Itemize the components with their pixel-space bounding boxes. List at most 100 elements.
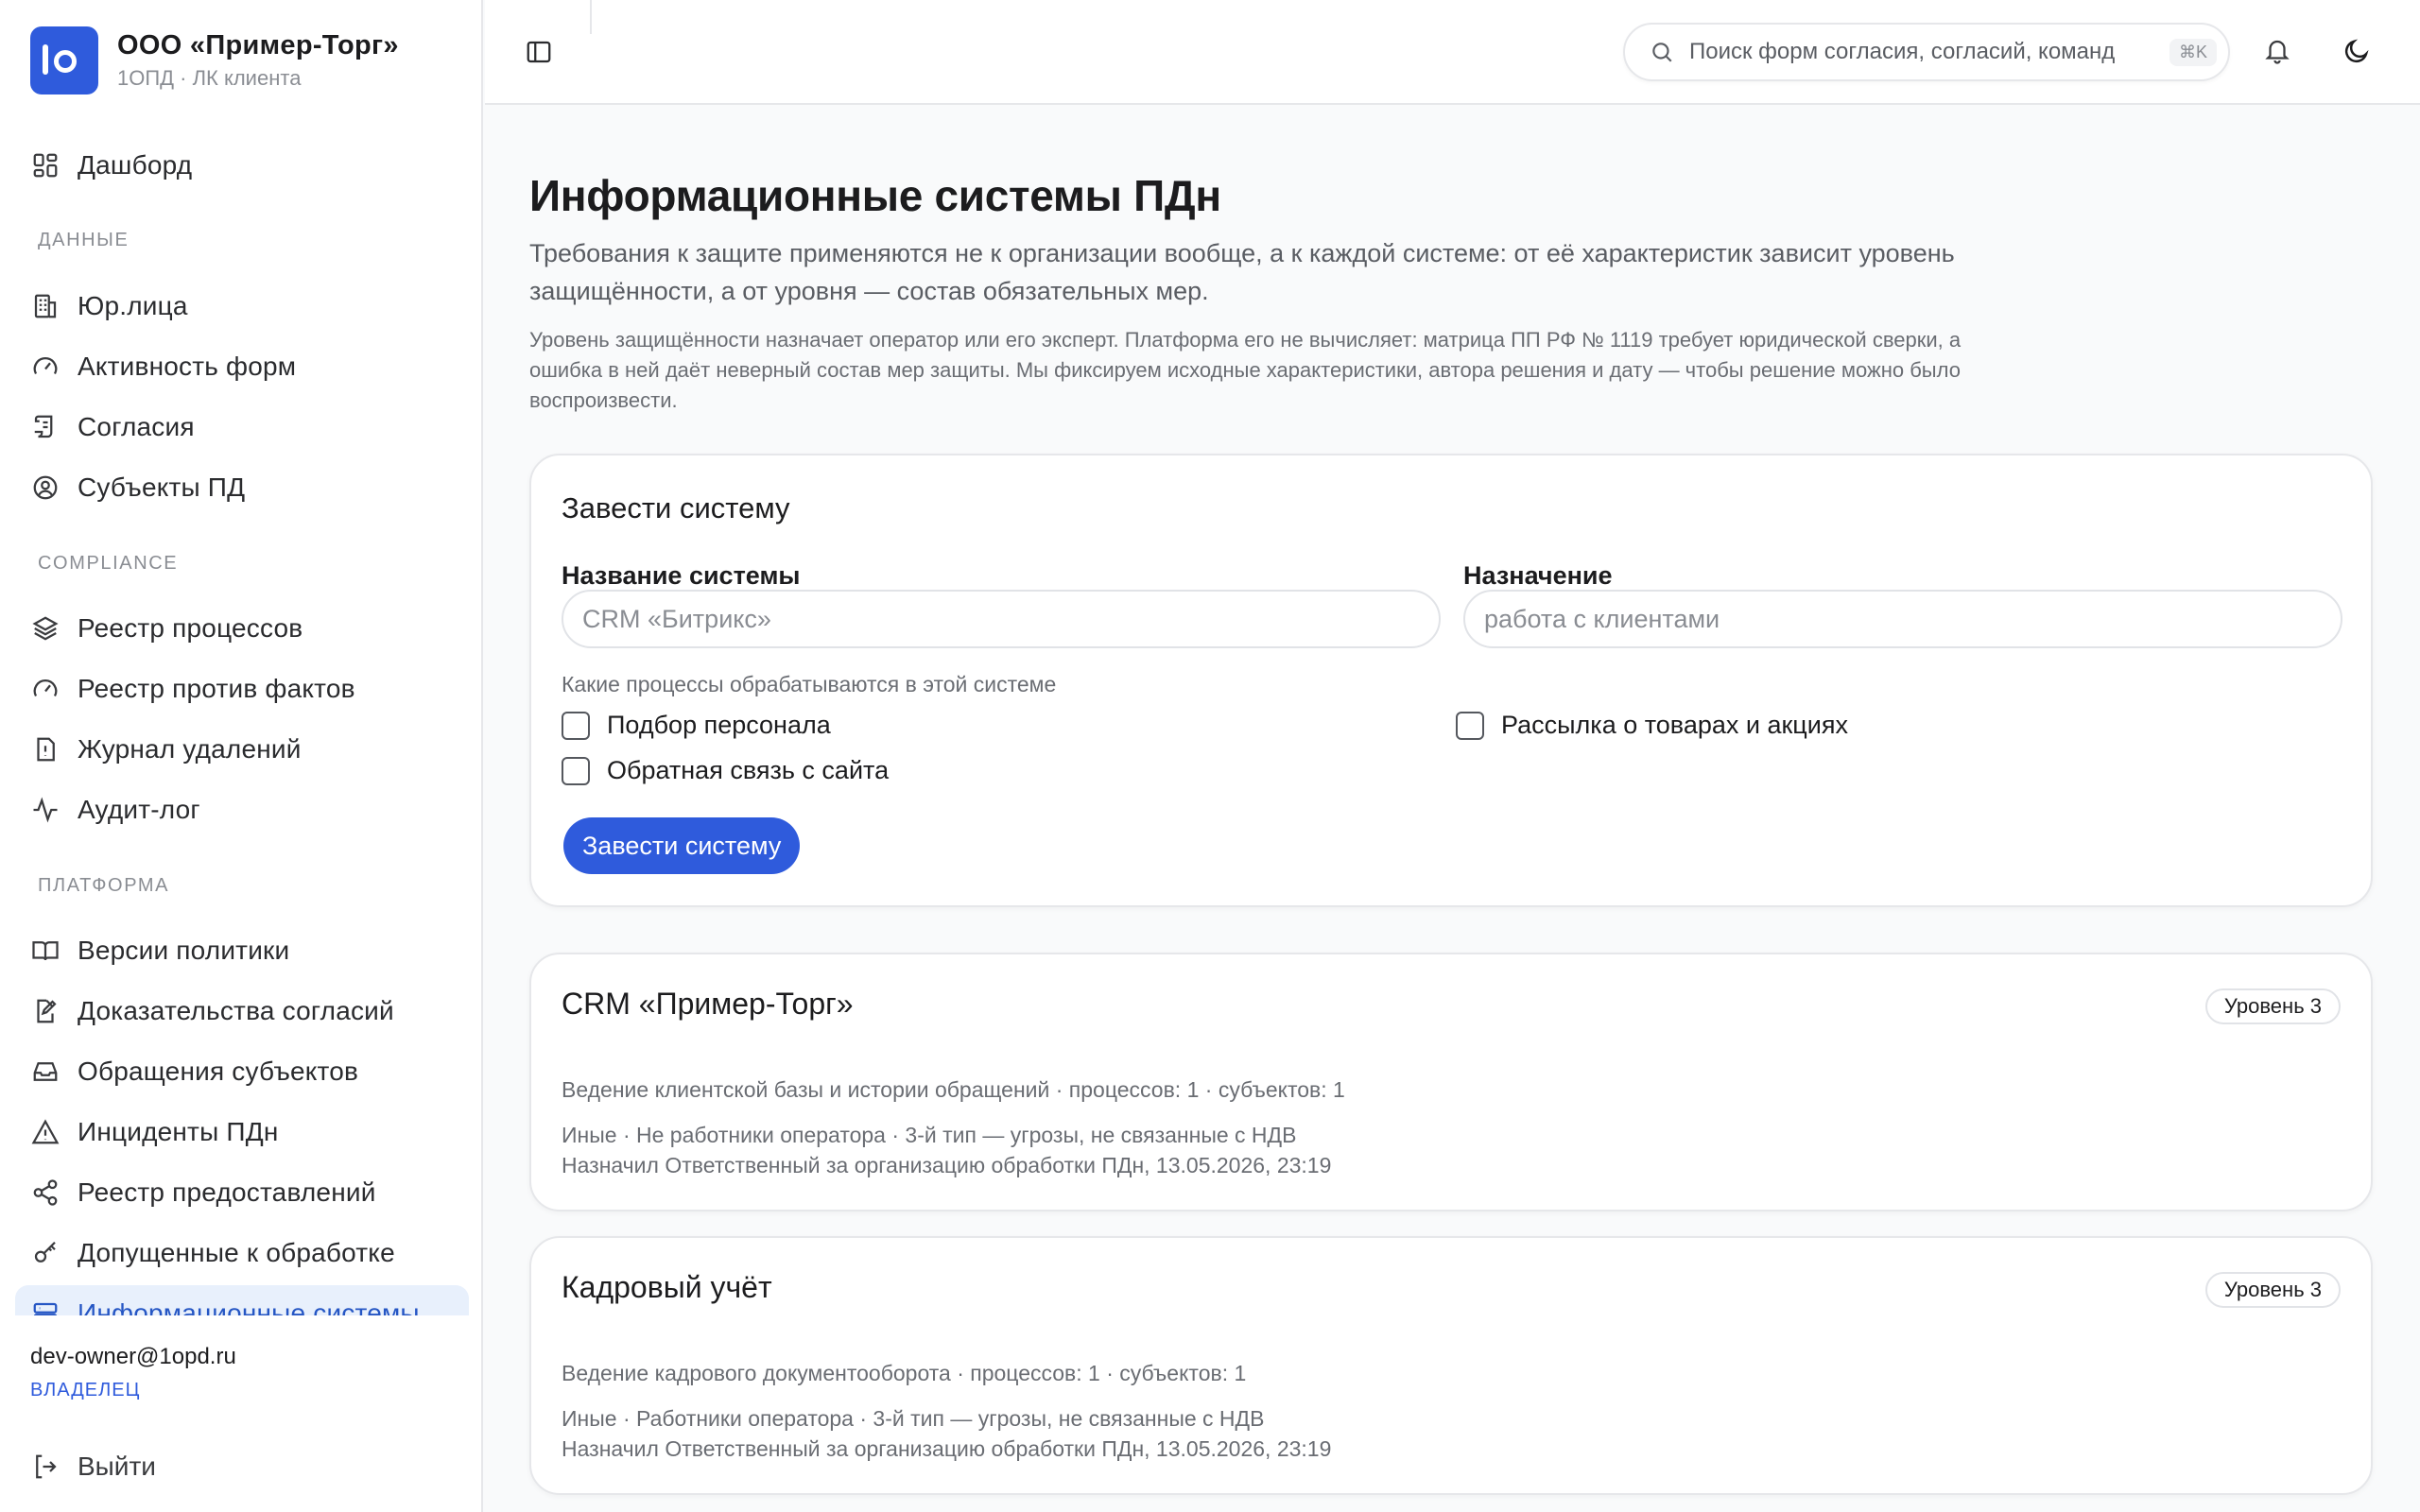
page-title: Информационные системы ПДн	[529, 171, 1221, 220]
topbar: Поиск форм согласия, согласий, команд ⌘K	[485, 0, 2420, 105]
logout-button[interactable]: Выйти	[15, 1436, 469, 1497]
sidebar-item-label: Обращения субъектов	[78, 1057, 359, 1086]
sidebar-item-subject-requests[interactable]: Обращения субъектов	[15, 1043, 469, 1100]
notifications-button[interactable]	[2260, 34, 2294, 68]
gauge-icon	[30, 352, 60, 382]
logout-label: Выйти	[78, 1452, 156, 1481]
sidebar: ООО «Пример-Торг» 1ОПД · ЛК клиента Дашб…	[0, 0, 483, 1512]
nav-section-compliance: COMPLIANCE	[38, 553, 179, 574]
sidebar-item-label: Согласия	[78, 412, 195, 441]
sidebar-item-incidents[interactable]: Инциденты ПДн	[15, 1104, 469, 1160]
user-circle-icon	[30, 472, 60, 503]
page-lead: Требования к защите применяются не к орг…	[529, 239, 1955, 305]
process-checkbox-feedback[interactable]: Обратная связь с сайта	[562, 756, 889, 785]
process-checkbox-recruiting[interactable]: Подбор персонала	[562, 711, 831, 740]
checkbox-label: Подбор персонала	[607, 711, 831, 739]
sidebar-item-process-registry[interactable]: Реестр процессов	[15, 600, 469, 657]
search-icon	[1648, 38, 1676, 66]
sidebar-item-label: Активность форм	[78, 352, 297, 381]
sidebar-item-deletion-log[interactable]: Журнал удалений	[15, 721, 469, 778]
sidebar-item-legal-entities[interactable]: Юр.лица	[15, 278, 469, 335]
system-assigned: Назначил Ответственный за организацию об…	[562, 1436, 1332, 1461]
share-icon	[30, 1177, 60, 1208]
sidebar-item-consent-evidence[interactable]: Доказательства согласий	[15, 983, 469, 1040]
building-icon	[30, 291, 60, 321]
system-summary: Ведение клиентской базы и истории обраще…	[562, 1077, 1345, 1102]
theme-toggle-button[interactable]	[2340, 34, 2374, 68]
scroll-icon	[30, 412, 60, 442]
search-placeholder: Поиск форм согласия, согласий, команд	[1689, 39, 2116, 64]
layers-icon	[30, 613, 60, 644]
sidebar-item-info-systems[interactable]: Информационные системы	[15, 1285, 469, 1315]
sidebar-nav: Дашборд ДАННЫЕ Юр.лица Активность форм С…	[15, 0, 469, 1315]
sidebar-item-audit-log[interactable]: Аудит-лог	[15, 782, 469, 838]
system-purpose-label: Назначение	[1463, 561, 1613, 590]
system-title: Кадровый учёт	[562, 1270, 772, 1304]
processes-label: Какие процессы обрабатываются в этой сис…	[562, 672, 1057, 696]
nav-section-platform: ПЛАТФОРМА	[38, 875, 170, 896]
sidebar-item-label: Реестр против фактов	[78, 674, 355, 703]
warning-triangle-icon	[30, 1117, 60, 1147]
checkbox-label: Обратная связь с сайта	[607, 756, 890, 784]
gauge-icon	[30, 674, 60, 704]
checkbox[interactable]	[1456, 711, 1484, 740]
user-role: ВЛАДЕЛЕЦ	[30, 1380, 141, 1400]
sidebar-item-label: Инциденты ПДн	[78, 1117, 279, 1146]
system-name-label: Название системы	[562, 561, 801, 590]
search-shortcut: ⌘K	[2169, 38, 2218, 66]
protection-level-badge: Уровень 3	[2204, 1272, 2341, 1308]
checkbox[interactable]	[562, 756, 590, 785]
sidebar-item-disclosure-registry[interactable]: Реестр предоставлений	[15, 1164, 469, 1221]
sidebar-item-label: Аудит-лог	[78, 795, 200, 824]
sidebar-item-label: Дашборд	[78, 150, 193, 180]
sidebar-item-form-activity[interactable]: Активность форм	[15, 338, 469, 395]
user-info: dev-owner@1opd.ru ВЛАДЕЛЕЦ	[30, 1344, 236, 1401]
logout-icon	[30, 1452, 60, 1482]
sidebar-item-label: Реестр предоставлений	[78, 1177, 376, 1207]
sidebar-item-registry-vs-facts[interactable]: Реестр против фактов	[15, 661, 469, 717]
sidebar-item-policy-versions[interactable]: Версии политики	[15, 922, 469, 979]
system-name-input[interactable]	[562, 590, 1441, 648]
system-details: Иные · Не работники оператора · 3-й тип …	[562, 1123, 1297, 1147]
protection-level-badge: Уровень 3	[2204, 988, 2341, 1024]
activity-icon	[30, 795, 60, 825]
key-icon	[30, 1238, 60, 1268]
sidebar-item-label: Допущенные к обработке	[78, 1238, 395, 1267]
book-open-icon	[30, 936, 60, 966]
system-card[interactable]: CRM «Пример-Торг» Уровень 3 Ведение клие…	[529, 953, 2373, 1211]
sidebar-item-label: Реестр процессов	[78, 613, 303, 643]
create-system-button[interactable]: Завести систему	[563, 817, 801, 874]
system-card[interactable]: Кадровый учёт Уровень 3 Ведение кадровог…	[529, 1236, 2373, 1495]
sidebar-item-label: Юр.лица	[78, 291, 188, 320]
bell-icon	[2265, 40, 2290, 64]
system-purpose-input[interactable]	[1463, 590, 2342, 648]
server-icon	[30, 1298, 60, 1315]
checkbox-label: Рассылка о товарах и акциях	[1501, 711, 1848, 739]
sidebar-item-label: Информационные системы	[78, 1298, 420, 1315]
sidebar-item-access-admitted[interactable]: Допущенные к обработке	[15, 1225, 469, 1281]
sidebar-toggle-icon	[527, 41, 551, 63]
system-title: CRM «Пример-Торг»	[562, 987, 854, 1021]
search-input[interactable]: Поиск форм согласия, согласий, команд ⌘K	[1623, 23, 2230, 81]
file-edit-icon	[30, 996, 60, 1026]
sidebar-item-subjects[interactable]: Субъекты ПД	[15, 459, 469, 516]
page-note: Уровень защищённости назначает оператор …	[529, 328, 1962, 412]
create-system-title: Завести систему	[562, 491, 790, 524]
sidebar-item-label: Субъекты ПД	[78, 472, 246, 502]
moon-icon	[2344, 39, 2369, 63]
app-root: ООО «Пример-Торг» 1ОПД · ЛК клиента Дашб…	[0, 0, 2420, 1512]
dashboard-icon	[30, 150, 60, 180]
user-email: dev-owner@1opd.ru	[30, 1344, 236, 1369]
sidebar-item-consents[interactable]: Согласия	[15, 399, 469, 455]
system-assigned: Назначил Ответственный за организацию об…	[562, 1153, 1332, 1177]
system-details: Иные · Работники оператора · 3-й тип — у…	[562, 1406, 1265, 1431]
sidebar-item-dashboard[interactable]: Дашборд	[15, 137, 469, 194]
main-content: Информационные системы ПДн Требования к …	[529, 170, 2373, 1495]
create-system-card: Завести систему Название системы Назначе…	[529, 454, 2373, 907]
process-checkbox-mailing[interactable]: Рассылка о товарах и акциях	[1456, 711, 1848, 740]
inbox-icon	[30, 1057, 60, 1087]
file-alert-icon	[30, 734, 60, 765]
checkbox[interactable]	[562, 711, 590, 740]
sidebar-item-label: Журнал удалений	[78, 734, 302, 764]
sidebar-toggle-button[interactable]	[523, 36, 555, 68]
